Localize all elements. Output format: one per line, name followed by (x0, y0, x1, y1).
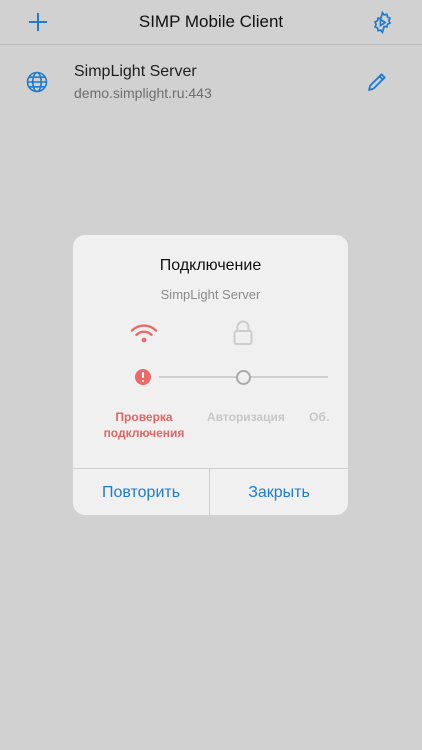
step-label-third: Об… (309, 410, 329, 424)
close-button[interactable]: Закрыть (210, 469, 348, 515)
lock-icon (233, 320, 253, 345)
dialog-title: Подключение (159, 257, 262, 274)
page-title: SIMP Mobile Client (138, 12, 284, 31)
dialog-button-bar: Повторить Закрыть (73, 468, 348, 515)
server-name: SimpLight Server (74, 63, 197, 80)
globe-icon (26, 71, 48, 93)
dialog-subtitle: SimpLight Server (160, 287, 261, 302)
step-label-auth: Авторизация (207, 410, 285, 424)
server-list-item[interactable]: SimpLight Server demo.simplight.ru:443 (0, 46, 422, 118)
retry-button[interactable]: Повторить (73, 469, 210, 515)
wifi-icon (130, 324, 158, 343)
pencil-icon[interactable] (366, 71, 388, 93)
step-pending-indicator (236, 370, 251, 385)
gear-icon[interactable] (370, 10, 395, 35)
server-address: demo.simplight.ru:443 (74, 85, 212, 101)
step-label-check: Проверка подключения (103, 410, 185, 440)
connection-dialog: Подключение SimpLight Server Проверка по… (73, 235, 348, 515)
app-header: SIMP Mobile Client (0, 0, 422, 45)
error-icon (135, 369, 151, 385)
